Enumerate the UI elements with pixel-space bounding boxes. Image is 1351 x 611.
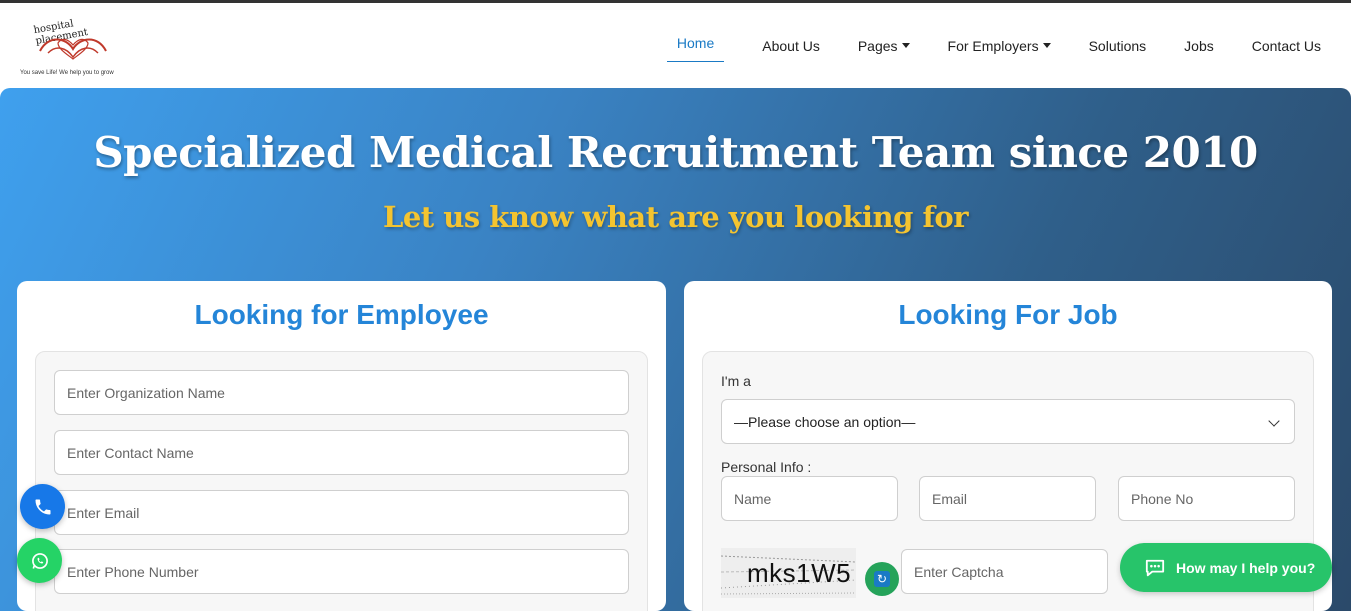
role-select[interactable]: —Please choose an option— — [721, 399, 1295, 444]
caret-down-icon — [901, 43, 910, 48]
nav-pages-label: Pages — [857, 37, 898, 54]
phone-number-input[interactable] — [54, 549, 629, 594]
site-header: hospital placement You save Life! We hel… — [0, 3, 1351, 88]
nav-home-label: Home — [676, 35, 715, 51]
nav-for-employers[interactable]: For Employers — [948, 32, 1051, 60]
nav-about-us-label: About Us — [762, 37, 820, 54]
hero-subtitle: Let us know what are you looking for — [382, 200, 969, 234]
help-chat-button[interactable]: How may I help you? — [1120, 543, 1332, 592]
employee-form — [35, 351, 648, 611]
captcha-input[interactable] — [901, 549, 1108, 594]
call-button[interactable] — [20, 484, 65, 529]
nav-solutions-label: Solutions — [1088, 37, 1147, 54]
caret-down-icon — [1042, 43, 1051, 48]
chat-icon — [1145, 559, 1165, 576]
role-select-value: —Please choose an option— — [734, 413, 916, 430]
help-chat-label: How may I help you? — [1176, 559, 1316, 576]
contact-name-input[interactable] — [54, 430, 629, 475]
nav-contact-us[interactable]: Contact Us — [1252, 32, 1321, 60]
captcha-image: mks1W5 — [721, 548, 856, 598]
nav-jobs-label: Jobs — [1184, 37, 1214, 54]
nav-pages[interactable]: Pages — [858, 32, 910, 60]
logo[interactable]: hospital placement You save Life! We hel… — [18, 13, 128, 83]
captcha-refresh-button[interactable]: ↻ — [865, 562, 899, 596]
phone-icon — [35, 499, 50, 514]
nav-jobs[interactable]: Jobs — [1184, 32, 1214, 60]
whatsapp-button[interactable] — [17, 538, 62, 583]
nav-contact-us-label: Contact Us — [1251, 37, 1321, 54]
refresh-icon: ↻ — [874, 571, 890, 587]
main-nav: Home About Us Pages For Employers Soluti… — [629, 29, 1321, 62]
phone-input[interactable] — [1118, 476, 1295, 521]
hero-title: Specialized Medical Recruitment Team sin… — [93, 128, 1258, 177]
employee-form-card: Looking for Employee — [17, 281, 666, 611]
nav-solutions[interactable]: Solutions — [1089, 32, 1147, 60]
logo-heart-hands-icon — [39, 38, 107, 60]
employee-form-title: Looking for Employee — [194, 299, 489, 330]
nav-about-us[interactable]: About Us — [762, 32, 820, 60]
nav-for-employers-label: For Employers — [947, 37, 1039, 54]
job-form-title: Looking For Job — [898, 299, 1118, 330]
logo-tagline: You save Life! We help you to grow — [20, 70, 114, 76]
organization-name-input[interactable] — [54, 370, 629, 415]
role-label: I'm a — [721, 373, 751, 389]
employer-email-input[interactable] — [54, 490, 629, 535]
nav-home[interactable]: Home — [666, 29, 725, 62]
email-input[interactable] — [919, 476, 1096, 521]
name-input[interactable] — [721, 476, 898, 521]
personal-info-label: Personal Info : — [721, 459, 812, 475]
chevron-down-icon — [1268, 415, 1280, 427]
whatsapp-icon — [31, 552, 48, 569]
captcha-text: mks1W5 — [747, 558, 852, 588]
